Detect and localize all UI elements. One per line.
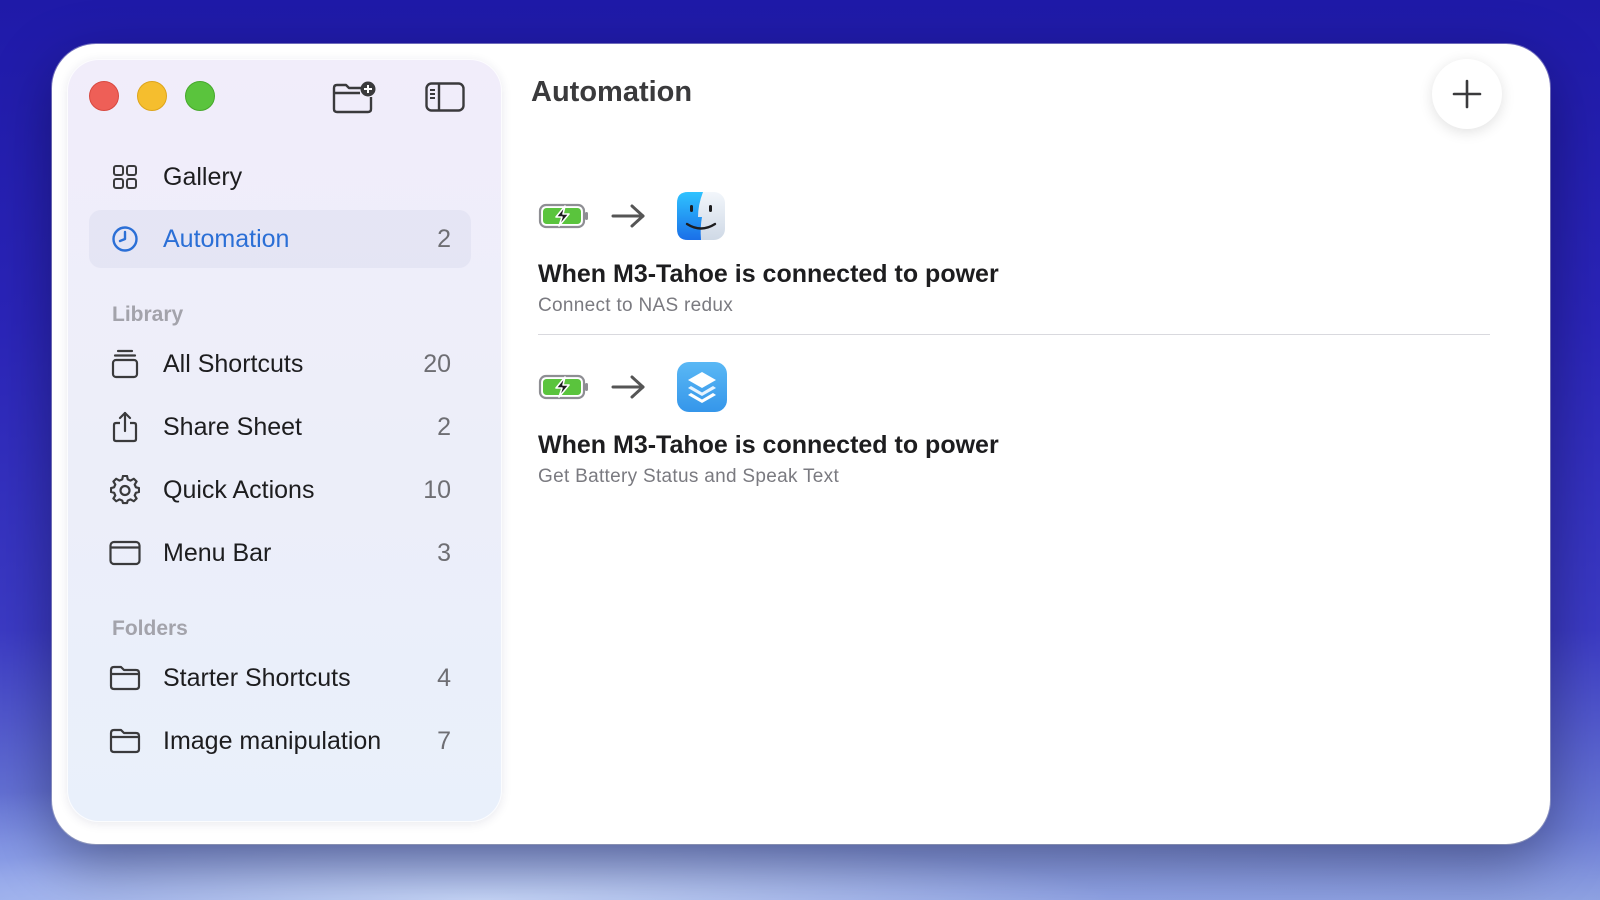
- battery-charging-icon: [538, 374, 588, 400]
- sidebar: Gallery Automation 2 Library All Shortcu…: [67, 59, 502, 822]
- sidebar-item-label: Starter Shortcuts: [163, 663, 351, 692]
- plus-icon: [1452, 79, 1482, 109]
- sidebar-item-label: All Shortcuts: [163, 349, 304, 378]
- folders-section-header: Folders: [112, 617, 188, 640]
- sidebar-item-label: Gallery: [163, 162, 243, 191]
- clock-icon: [109, 223, 141, 255]
- automation-icons: [538, 188, 1490, 244]
- library-section-header: Library: [112, 303, 184, 326]
- toggle-sidebar-button[interactable]: [421, 77, 469, 117]
- sidebar-item-count: 20: [423, 349, 451, 378]
- page-title: Automation: [531, 76, 693, 108]
- traffic-lights: [89, 81, 215, 111]
- sidebar-item-all-shortcuts[interactable]: All Shortcuts 20: [89, 335, 471, 393]
- shortcuts-icon: [677, 362, 727, 412]
- sidebar-item-count: 2: [437, 412, 451, 441]
- folder-icon: [109, 662, 141, 694]
- sidebar-item-quick-actions[interactable]: Quick Actions 10: [89, 461, 471, 519]
- sidebar-item-count: 3: [437, 538, 451, 567]
- automation-subtitle: Get Battery Status and Speak Text: [538, 466, 840, 487]
- sidebar-item-automation[interactable]: Automation 2: [89, 210, 471, 268]
- grid-icon: [109, 161, 141, 193]
- folder-icon: [109, 725, 141, 757]
- sidebar-item-label: Quick Actions: [163, 475, 315, 504]
- automation-icons: [538, 359, 1490, 415]
- row-divider: [538, 334, 1490, 335]
- add-automation-button[interactable]: [1432, 59, 1502, 129]
- sidebar-item-menu-bar[interactable]: Menu Bar 3: [89, 524, 471, 582]
- automation-subtitle: Connect to NAS redux: [538, 295, 734, 316]
- new-folder-button[interactable]: [330, 77, 378, 117]
- sidebar-item-label: Automation: [163, 224, 290, 253]
- automation-title: When M3-Tahoe is connected to power: [538, 260, 999, 288]
- menubar-icon: [109, 537, 141, 569]
- automation-row[interactable]: When M3-Tahoe is connected to power Conn…: [538, 188, 1490, 317]
- automation-row[interactable]: When M3-Tahoe is connected to power Get …: [538, 359, 1490, 488]
- sidebar-item-share-sheet[interactable]: Share Sheet 2: [89, 398, 471, 456]
- sidebar-item-count: 10: [423, 475, 451, 504]
- sidebar-item-gallery[interactable]: Gallery: [89, 148, 471, 206]
- sidebar-item-count: 4: [437, 663, 451, 692]
- sidebar-item-image-manipulation[interactable]: Image manipulation 7: [89, 712, 471, 770]
- gear-icon: [109, 474, 141, 506]
- sidebar-item-starter-shortcuts[interactable]: Starter Shortcuts 4: [89, 649, 471, 707]
- sidebar-item-label: Menu Bar: [163, 538, 272, 567]
- share-icon: [109, 411, 141, 443]
- minimize-button[interactable]: [137, 81, 167, 111]
- shortcuts-window: Gallery Automation 2 Library All Shortcu…: [52, 44, 1550, 844]
- sidebar-item-label: Share Sheet: [163, 412, 302, 441]
- sidebar-icon: [425, 82, 465, 112]
- battery-charging-icon: [538, 203, 588, 229]
- zoom-button[interactable]: [185, 81, 215, 111]
- finder-icon: [677, 192, 725, 240]
- sidebar-item-count: 7: [437, 726, 451, 755]
- sidebar-item-count: 2: [437, 224, 451, 253]
- stack-icon: [109, 348, 141, 380]
- arrow-right-icon: [611, 204, 645, 228]
- folder-plus-icon: [332, 81, 376, 114]
- sidebar-item-label: Image manipulation: [163, 726, 382, 755]
- automation-title: When M3-Tahoe is connected to power: [538, 431, 999, 459]
- close-button[interactable]: [89, 81, 119, 111]
- arrow-right-icon: [611, 375, 645, 399]
